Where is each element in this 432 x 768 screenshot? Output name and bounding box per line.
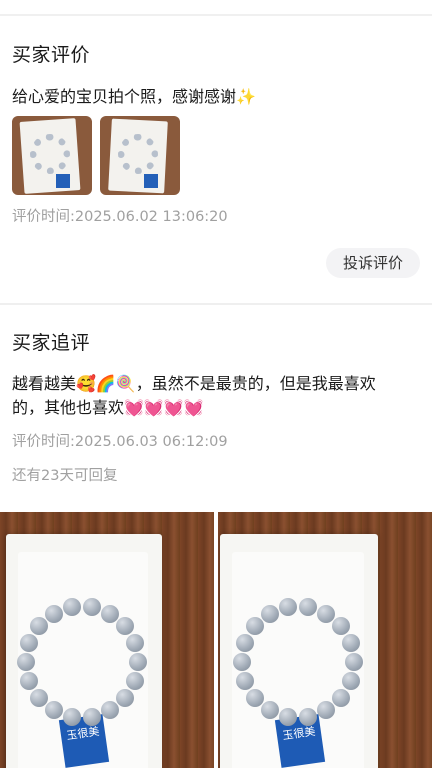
followup-time: 评价时间:2025.06.03 06:12:09 <box>12 434 228 450</box>
review-photo-thumbnail-1[interactable] <box>12 116 92 195</box>
review-photo-thumbnail-2[interactable] <box>100 116 180 195</box>
bracelet-bead <box>298 708 317 727</box>
top-divider <box>0 14 432 16</box>
bracelet-bead <box>63 597 82 616</box>
review-text: 给心爱的宝贝拍个照，感谢感谢✨ <box>12 87 256 106</box>
bracelet-bead <box>82 708 101 727</box>
reply-remaining-text: 还有23天可回复 <box>12 468 118 484</box>
bracelet-bead <box>246 688 265 707</box>
bracelet-bead <box>341 633 360 652</box>
tag <box>144 174 158 188</box>
bracelet-bead <box>101 604 119 623</box>
bracelet-bead <box>261 604 279 623</box>
bracelet-bead <box>341 672 360 691</box>
bracelet-bead <box>45 604 63 623</box>
bracelet-bead <box>82 597 101 616</box>
bracelet-bead <box>115 617 134 635</box>
tag <box>56 174 70 188</box>
section-divider <box>0 303 432 305</box>
bracelet-bead <box>125 672 144 691</box>
bracelet-bead <box>115 688 134 707</box>
review-time: 评价时间:2025.06.02 13:06:20 <box>12 209 228 225</box>
bracelet-bead <box>129 653 147 671</box>
bracelet-bead <box>331 617 350 635</box>
bracelet-bead <box>30 688 49 707</box>
followup-section-title: 买家追评 <box>12 332 91 354</box>
bracelet-bead <box>125 633 144 652</box>
followup-text-line1: 越看越美🥰🌈🍭，虽然不是最贵的，但是我最喜欢 <box>12 374 376 393</box>
followup-text-line2: 的，其他也喜欢💓💓💓💓 <box>12 398 204 417</box>
bracelet-bead <box>246 617 265 635</box>
bracelet-bead <box>345 653 363 671</box>
bracelet-bead <box>17 653 35 671</box>
bracelet-bead <box>317 604 335 623</box>
review-section-title: 买家评价 <box>12 44 91 66</box>
bracelet-bead <box>298 597 317 616</box>
bracelet-bead <box>279 597 298 616</box>
bracelet-bead <box>331 688 350 707</box>
bracelet-bead <box>233 653 251 671</box>
bracelet <box>30 134 70 174</box>
bracelet <box>118 134 158 174</box>
report-review-button[interactable]: 投诉评价 <box>326 248 420 278</box>
bracelet-bead <box>30 617 49 635</box>
followup-photo-1[interactable]: 玉很美 <box>0 512 214 768</box>
followup-photo-2[interactable]: 玉很美 <box>218 512 432 768</box>
